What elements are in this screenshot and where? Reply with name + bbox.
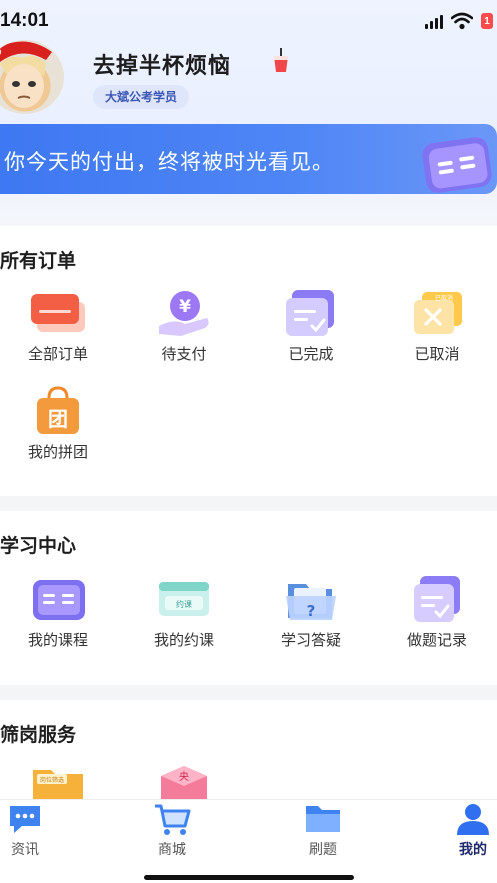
svg-text:团: 团 [48,407,68,431]
svg-text:¥: ¥ [179,297,191,317]
exercise-records-label: 做题记录 [406,632,467,649]
my-appointments-label: 我的约课 [153,632,214,649]
user-name: 去掉半杯烦恼 [93,53,232,78]
study-qa-button[interactable]: ? 学习答疑 [256,574,366,660]
doc-check-icon [286,290,334,336]
group-buy-button[interactable]: 团 我的拼团 [3,386,113,472]
order-cancelled-button[interactable]: 已取消 已取消 [382,288,492,374]
order-cancelled-label: 已取消 [414,346,460,363]
book-icon [33,580,85,620]
order-pending-label: 待支付 [161,346,207,363]
group-buy-label: 我的拼团 [27,444,88,461]
status-time: 14:01 [0,10,49,31]
book-icon [422,137,492,193]
svg-text:?: ? [307,602,316,620]
shopping-bag-icon: 团 [37,386,79,434]
tab-mine-label: 我的 [459,841,487,857]
my-courses-label: 我的课程 [27,632,88,649]
my-courses-button[interactable]: 我的课程 [3,574,113,660]
battery-icon: 1 [481,13,493,29]
tab-mall[interactable]: 商城 [127,800,217,883]
tab-mine[interactable]: 我的 [428,800,497,883]
chat-bubble-icon [10,806,40,833]
order-pending-button[interactable]: ¥ 待支付 [129,288,239,374]
banner-text: 你今天的付出，终将被时光看见。 [4,151,334,174]
exercise-records-button[interactable]: 做题记录 [382,574,492,660]
avatar-illustration [0,41,52,108]
station-title: 筛岗服务 [0,725,77,746]
exercise-record-icon [414,576,460,622]
user-icon [457,804,489,835]
cart-icon [155,804,191,835]
order-completed-button[interactable]: 已完成 [256,288,366,374]
position-service-card: 筛岗服务 岗位筛选 央 [0,700,497,800]
yen-hand-icon: ¥ [159,291,209,336]
tab-news[interactable]: 资讯 [0,800,70,883]
order-all-button[interactable]: 全部订单 [3,288,113,374]
orders-card: 所有订单 全部订单 ¥ 待支付 已完成 已取消 已取消 团 我的拼团 [0,226,497,496]
cancelled-doc-icon: 已取消 [414,292,462,334]
study-center-card: 学习中心 我的课程 约课 我的约课 ? 学习答疑 做题记录 [0,511,497,685]
tab-practice-label: 刷题 [309,841,337,857]
status-icons: 1 [425,12,493,30]
order-all-label: 全部订单 [27,346,88,363]
study-qa-label: 学习答疑 [280,632,341,649]
member-badge: 大斌公考学员 [93,85,190,109]
position-filter-button[interactable]: 岗位筛选 [3,764,113,800]
avatar[interactable] [0,40,64,114]
folder-icon [306,806,340,832]
tab-practice[interactable]: 刷题 [278,800,368,883]
appointment-card-icon: 约课 [159,582,209,616]
study-title: 学习中心 [0,536,77,557]
home-indicator [144,875,354,880]
orders-title: 所有订单 [0,251,77,272]
status-bar: 14:01 1 [0,0,497,40]
card-icon [31,294,85,332]
central-exam-button[interactable]: 央 [129,764,239,800]
svg-text:岗位筛选: 岗位筛选 [40,776,64,784]
profile-section[interactable]: 去掉半杯烦恼 大斌公考学员 [0,38,497,118]
header-area: 14:01 1 去掉半杯烦恼 大斌公考学员 你今天的付出，终将被时光看见。 [0,0,497,225]
tab-news-label: 资讯 [11,841,39,857]
svg-text:约课: 约课 [176,599,192,609]
central-cube-icon: 央 [161,766,207,800]
signal-icon [425,13,443,29]
order-completed-label: 已完成 [288,346,334,363]
tab-mall-label: 商城 [158,841,186,857]
drink-cup-icon [274,48,288,72]
wifi-icon [451,12,473,30]
svg-text:央: 央 [179,770,189,783]
position-folder-icon: 岗位筛选 [33,770,83,800]
svg-text:已取消: 已取消 [435,294,453,302]
bottom-tab-bar: 资讯 商城 刷题 我的 [0,799,497,883]
my-appointments-button[interactable]: 约课 我的约课 [129,574,239,660]
question-folder-icon: ? [286,584,336,620]
